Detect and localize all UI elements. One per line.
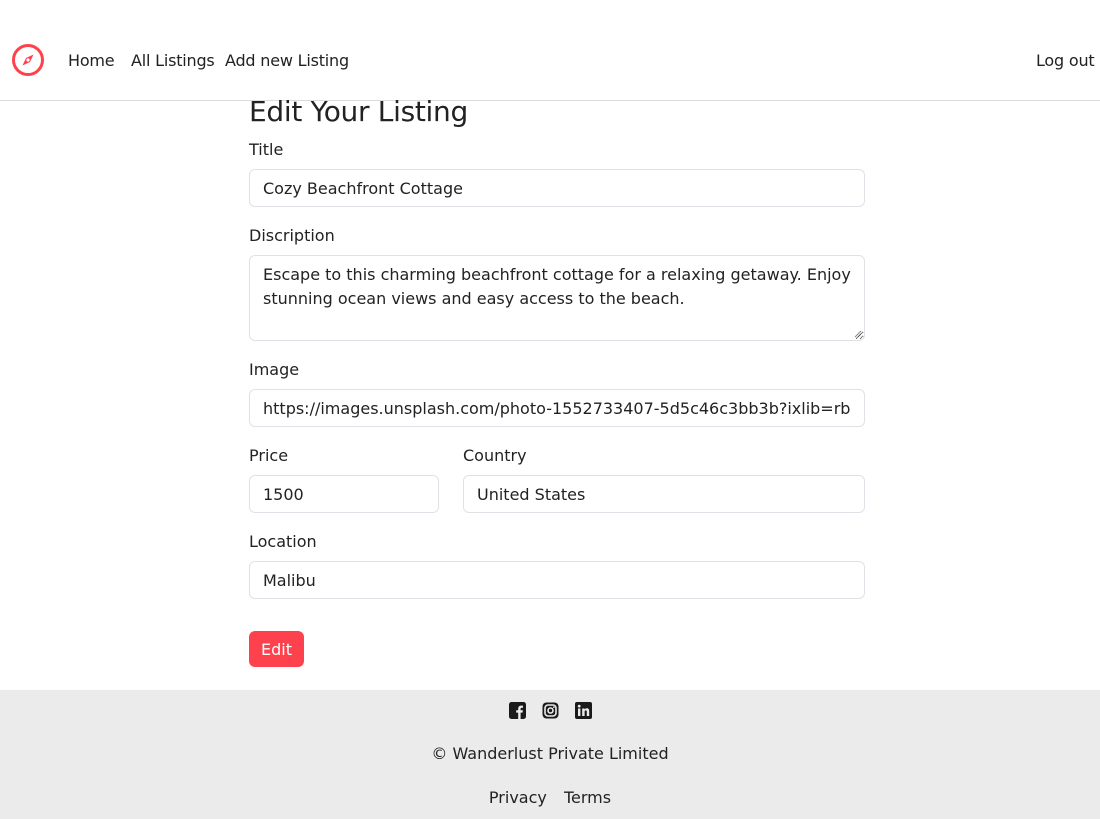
footer-links: Privacy Terms [0,788,1100,807]
facebook-icon[interactable] [508,702,526,719]
country-label: Country [463,446,527,465]
price-input[interactable] [249,475,439,513]
description-textarea[interactable]: Escape to this charming beachfront cotta… [249,255,865,341]
social-links [0,702,1100,719]
logout-link[interactable]: Log out [1036,51,1095,70]
description-label: Discription [249,226,335,245]
country-input[interactable] [463,475,865,513]
nav-link-all-listings[interactable]: All Listings [131,51,215,70]
footer: © Wanderlust Private Limited Privacy Ter… [0,690,1100,819]
terms-link[interactable]: Terms [564,788,611,807]
title-label: Title [249,140,284,159]
image-url-input[interactable] [249,389,865,427]
compass-icon[interactable] [11,43,45,77]
title-input[interactable] [249,169,865,207]
price-label: Price [249,446,289,465]
copyright-text: © Wanderlust Private Limited [431,744,669,763]
instagram-icon[interactable] [542,702,559,719]
nav-link-add-new-listing[interactable]: Add new Listing [225,51,349,70]
page-title: Edit Your Listing [249,95,468,128]
image-label: Image [249,360,300,379]
navbar: Home All Listings Add new Listing Log ou… [0,0,1100,101]
linkedin-icon[interactable] [574,702,592,719]
edit-submit-button[interactable]: Edit [249,631,304,667]
location-label: Location [249,532,317,551]
location-input[interactable] [249,561,865,599]
description-text: Escape to this charming beachfront cotta… [263,265,851,308]
privacy-link[interactable]: Privacy [489,788,547,807]
resize-handle-icon[interactable] [854,330,862,338]
nav-link-home[interactable]: Home [68,51,115,70]
